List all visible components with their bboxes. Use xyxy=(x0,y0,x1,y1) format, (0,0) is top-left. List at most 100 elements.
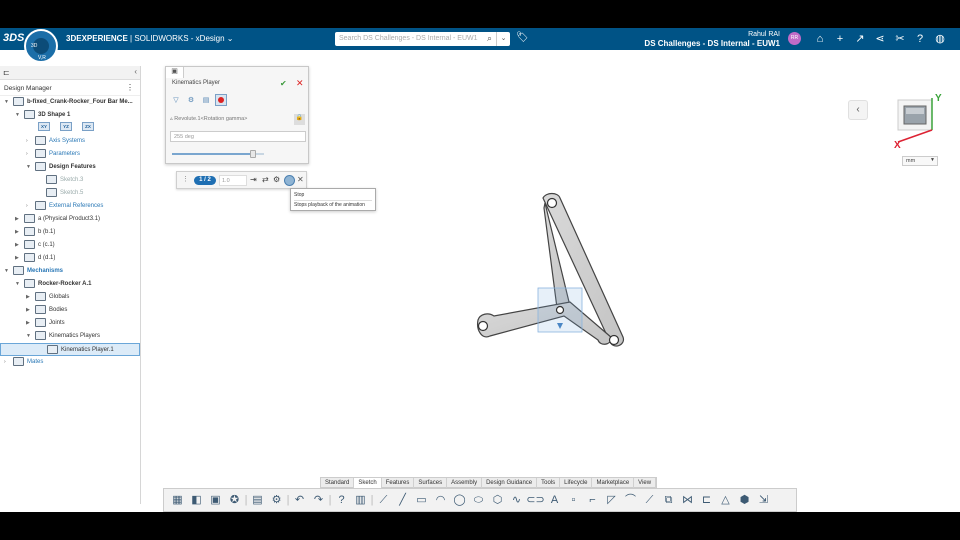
more-options-icon[interactable]: ⋮ xyxy=(126,83,134,92)
search-icon[interactable]: ⌕ xyxy=(487,33,492,44)
tree-tab-icon[interactable]: ⊏ xyxy=(3,68,10,77)
chamfer-icon[interactable]: ◸ xyxy=(602,492,621,509)
step-forward-icon[interactable]: ⇥ xyxy=(250,175,257,184)
line-icon[interactable]: ╱ xyxy=(393,492,412,509)
app-switch-chevron-icon[interactable]: ⌄ xyxy=(227,34,234,43)
drag-handle-icon[interactable]: ⋮ xyxy=(182,175,189,183)
exit-sketch-icon[interactable]: ⇲ xyxy=(754,492,773,509)
tree-item[interactable]: ▶ d (d.1) xyxy=(15,252,55,265)
smart-dimension-icon[interactable]: ⟋ xyxy=(374,492,393,509)
axis-badge[interactable]: XY xyxy=(38,122,50,131)
kinematics-tab-icon[interactable]: ▣ xyxy=(166,67,184,78)
triangle-icon[interactable]: △ xyxy=(716,492,735,509)
save-icon[interactable]: ▣ xyxy=(206,492,225,509)
help-icon[interactable]: ? xyxy=(910,30,930,48)
tree-item[interactable]: ▶ a (Physical Product3.1) xyxy=(15,213,100,226)
mirror-icon[interactable]: ⋈ xyxy=(678,492,697,509)
design-manager-icon[interactable]: ▦ xyxy=(168,492,187,509)
point-icon[interactable]: ▫ xyxy=(564,492,583,509)
tree-item[interactable]: › External References xyxy=(26,200,103,213)
tools-icon[interactable]: ✂ xyxy=(890,30,910,48)
collapse-panel-icon[interactable]: ‹ xyxy=(134,67,137,76)
tree-item[interactable]: ▶ Bodies xyxy=(26,304,67,317)
speed-input[interactable]: 1.0 xyxy=(219,175,247,186)
expand-arrow-icon[interactable]: ▶ xyxy=(26,291,35,304)
redo-icon[interactable]: ↷ xyxy=(309,492,328,509)
arc-icon[interactable]: ◠ xyxy=(431,492,450,509)
cancel-button[interactable]: ✕ xyxy=(296,78,304,89)
expand-arrow-icon[interactable]: ▼ xyxy=(4,96,13,109)
filter-icon[interactable]: ▽ xyxy=(170,95,182,107)
joint-value-input[interactable]: 255 deg xyxy=(170,131,306,142)
expand-arrow-icon[interactable]: ▼ xyxy=(15,278,24,291)
ellipse-icon[interactable]: ⬭ xyxy=(469,492,488,509)
tree-item[interactable]: ▶ Joints xyxy=(26,317,65,330)
tree-item[interactable]: › Mates xyxy=(4,356,43,369)
stop-button[interactable] xyxy=(284,175,295,186)
tree-item[interactable]: ▼ Design Features xyxy=(26,161,96,174)
fillet-icon[interactable]: ⌐ xyxy=(583,492,602,509)
avatar[interactable]: RR xyxy=(788,32,801,45)
expand-arrow-icon[interactable]: ▶ xyxy=(15,226,24,239)
axis-badge[interactable]: ZX xyxy=(82,122,94,131)
lock-icon[interactable]: ▤ xyxy=(200,95,212,107)
text-icon[interactable]: A xyxy=(545,492,564,509)
expand-arrow-icon[interactable]: ▶ xyxy=(15,252,24,265)
tab-tools[interactable]: Tools xyxy=(537,478,561,488)
settings-gear-icon[interactable]: ✪ xyxy=(225,492,244,509)
part-icon[interactable]: ◧ xyxy=(187,492,206,509)
compass-toggle-icon[interactable]: ◍ xyxy=(930,30,950,48)
user-info[interactable]: Rahul RAI DS Challenges - DS Internal - … xyxy=(644,30,780,48)
compass-icon[interactable]: 3D V,R xyxy=(24,29,58,63)
tree-item[interactable]: ▼ Mechanisms xyxy=(4,265,63,278)
tree-item[interactable]: ▶ c (c.1) xyxy=(15,239,55,252)
mechanism-icon[interactable]: ⚙ xyxy=(185,95,197,107)
expand-arrow-icon[interactable]: ▼ xyxy=(26,161,35,174)
tree-item[interactable]: ▼ Rocker-Rocker A.1 xyxy=(15,278,91,291)
expand-arrow-icon[interactable]: › xyxy=(4,356,13,369)
3d-box-icon[interactable]: ⬢ xyxy=(735,492,754,509)
tab-marketplace[interactable]: Marketplace xyxy=(592,478,635,488)
tree-item[interactable]: ▼ 3D Shape 1 xyxy=(15,109,70,122)
pattern-icon[interactable]: ⊏ xyxy=(697,492,716,509)
settings-icon[interactable]: ⚙ xyxy=(273,175,280,184)
tab-design-guidance[interactable]: Design Guidance xyxy=(482,478,538,488)
chevron-left-icon[interactable]: ‹ xyxy=(848,100,868,120)
polygon-icon[interactable]: ⬡ xyxy=(488,492,507,509)
slider-handle[interactable] xyxy=(249,150,256,158)
search-scope-dropdown-icon[interactable]: ⌄ xyxy=(496,32,510,46)
expand-arrow-icon[interactable]: ▼ xyxy=(4,265,13,278)
offset-icon[interactable]: ⧉ xyxy=(659,492,678,509)
expand-arrow-icon[interactable]: ▶ xyxy=(15,213,24,226)
options-icon[interactable]: ⚙ xyxy=(267,492,286,509)
tree-item[interactable]: › Axis Systems xyxy=(26,135,85,148)
slot-icon[interactable]: ⊂⊃ xyxy=(526,492,545,509)
tab-features[interactable]: Features xyxy=(382,478,415,488)
expand-arrow-icon[interactable]: › xyxy=(26,200,35,213)
tree-item[interactable]: › Parameters xyxy=(26,148,80,161)
four-bar-mechanism-model[interactable] xyxy=(460,158,640,348)
circle-icon[interactable]: ◯ xyxy=(450,492,469,509)
tag-icon[interactable]: 🏷 xyxy=(516,32,529,43)
tree-item[interactable]: ▼ Kinematics Players xyxy=(26,330,100,343)
tree-item[interactable]: ▶ b (b.1) xyxy=(15,226,55,239)
tab-view[interactable]: View xyxy=(634,478,657,488)
properties-icon[interactable]: ▤ xyxy=(248,492,267,509)
tab-sketch[interactable]: Sketch xyxy=(354,478,382,488)
undo-icon[interactable]: ↶ xyxy=(290,492,309,509)
app-title[interactable]: 3DEXPERIENCE | SOLIDWORKS - xDesign ⌄ xyxy=(66,34,234,43)
tree-item[interactable]: ▼ b-fixed_Crank-Rocker_Four Bar Me... xyxy=(4,96,133,109)
expand-arrow-icon[interactable]: › xyxy=(26,148,35,161)
expand-arrow-icon[interactable]: › xyxy=(26,135,35,148)
expand-arrow-icon[interactable]: ▶ xyxy=(26,317,35,330)
spline-icon[interactable]: ∿ xyxy=(507,492,526,509)
forward-icon[interactable]: ↗ xyxy=(850,30,870,48)
record-button[interactable] xyxy=(215,94,227,106)
plus-icon[interactable]: + xyxy=(830,30,850,48)
search-input[interactable]: Search DS Challenges - DS Internal - EUW… xyxy=(335,32,510,46)
tree-item[interactable]: Sketch.5 xyxy=(37,187,83,200)
expand-arrow-icon[interactable]: ▶ xyxy=(26,304,35,317)
sketch-icon[interactable]: ▥ xyxy=(351,492,370,509)
view-cube[interactable]: Y X xyxy=(892,92,952,150)
tree-item[interactable]: Kinematics Player.1 xyxy=(0,343,140,356)
